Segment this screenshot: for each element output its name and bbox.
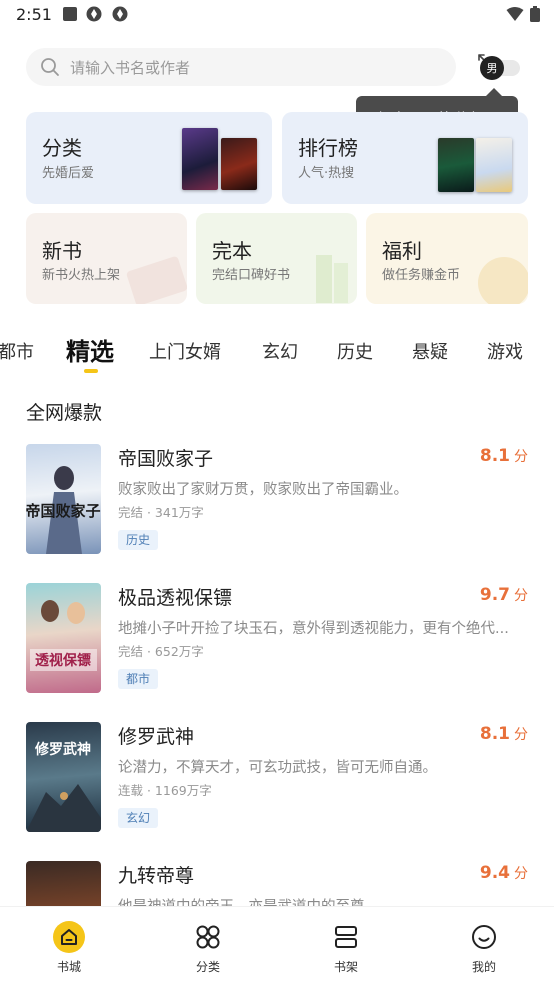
section-title: 全网爆款 xyxy=(26,402,103,424)
nav-bookshelf[interactable]: 书架 xyxy=(306,921,386,975)
book-cover-thumb xyxy=(221,138,257,190)
book-title: 极品透视保镖 xyxy=(118,587,233,609)
card-subtitle: 完结口碑好书 xyxy=(212,268,291,283)
nav-profile[interactable]: 我的 xyxy=(444,921,524,975)
profile-icon xyxy=(472,925,496,949)
nav-label: 书架 xyxy=(333,960,358,974)
book-title: 九转帝尊 xyxy=(118,865,195,887)
book-description: 败家败出了家财万贯，败家败出了帝国霸业。 xyxy=(118,482,408,498)
search-icon xyxy=(41,58,59,76)
book-score: 9.4 分 xyxy=(479,863,528,883)
card-subtitle: 做任务赚金币 xyxy=(382,268,461,283)
cover-art: 帝国败家子 xyxy=(26,466,101,554)
book-score: 9.7 分 xyxy=(479,585,528,605)
book-cover: 透视保镖 xyxy=(26,583,101,693)
book-tag[interactable]: 玄幻 xyxy=(118,808,159,828)
book-meta: 完结 · 652万字 xyxy=(118,644,204,659)
entry-card-completed[interactable]: 完本 完结口碑好书 xyxy=(196,213,357,304)
tab-featured[interactable]: 精选 xyxy=(66,332,114,367)
tab-fantasy[interactable]: 玄幻 xyxy=(262,338,298,364)
app-icon xyxy=(112,6,128,22)
card-subtitle: 新书火热上架 xyxy=(42,268,121,283)
book-cover: 帝国败家子 xyxy=(26,444,101,554)
book-item[interactable]: 透视保镖 极品透视保镖 9.7 分 地摊小子叶开捡了块玉石，意外得到透视能力，更有… xyxy=(26,583,528,693)
card-subtitle: 先婚后爱 xyxy=(42,166,95,181)
app-icon xyxy=(86,6,102,22)
book-item[interactable]: 帝国败家子 帝国败家子 8.1 分 败家败出了家财万贯，败家败出了帝国霸业。 完结… xyxy=(26,444,528,554)
tab-history[interactable]: 历史 xyxy=(337,338,373,364)
nav-label: 书城 xyxy=(56,960,81,974)
tab-urban[interactable]: 都市 xyxy=(0,338,34,364)
book-tag[interactable]: 历史 xyxy=(118,530,159,550)
status-bar: 2:51 xyxy=(0,0,554,30)
book-meta: 完结 · 341万字 xyxy=(118,505,204,520)
status-time: 2:51 xyxy=(16,5,52,24)
card-title: 排行榜 xyxy=(298,136,358,160)
battery-icon xyxy=(530,6,540,22)
entry-card-category[interactable]: 分类 先婚后爱 xyxy=(26,112,272,204)
nav-label: 分类 xyxy=(195,960,220,974)
bookshelf-icon xyxy=(335,926,357,948)
card-title: 新书 xyxy=(42,239,82,263)
gender-preference-toggle[interactable]: 男 xyxy=(474,52,524,82)
cover-title: 透视保镖 xyxy=(35,652,91,669)
card-title: 福利 xyxy=(382,239,422,263)
category-icon xyxy=(196,925,220,949)
book-cover-thumb xyxy=(438,138,474,192)
entry-card-welfare[interactable]: 福利 做任务赚金币 xyxy=(366,213,528,304)
book-meta: 连载 · 1169万字 xyxy=(118,783,212,798)
book-title: 帝国败家子 xyxy=(118,448,214,470)
tab-mystery[interactable]: 悬疑 xyxy=(412,338,448,364)
book-item[interactable]: 修罗武神 修罗武神 8.1 分 论潜力，不算天才，可玄功武技，皆可无师自通。 连载… xyxy=(26,722,528,832)
entry-card-new-books[interactable]: 新书 新书火热上架 xyxy=(26,213,187,304)
nav-label: 我的 xyxy=(471,960,496,974)
book-cover: 修罗武神 xyxy=(26,722,101,832)
tab-son-in-law[interactable]: 上门女婿 xyxy=(149,338,221,364)
coin-decoration xyxy=(478,257,528,304)
book-decoration xyxy=(125,255,187,304)
book-description: 论潜力，不算天才，可玄功武技，皆可无师自通。 xyxy=(118,760,437,776)
entry-card-ranking[interactable]: 排行榜 人气·热搜 xyxy=(282,112,528,204)
search-bar[interactable]: 请输入书名或作者 xyxy=(26,48,456,86)
wifi-icon xyxy=(506,7,524,21)
book-tag[interactable]: 都市 xyxy=(118,669,159,689)
book-description: 地摊小子叶开捡了块玉石，意外得到透视能力，更有个绝代... xyxy=(118,621,509,637)
book-decoration xyxy=(316,255,332,303)
cover-art: 透视保镖 xyxy=(30,600,97,671)
card-title: 完本 xyxy=(212,239,252,263)
card-subtitle: 人气·热搜 xyxy=(298,166,355,181)
tab-game[interactable]: 游戏 xyxy=(487,338,523,364)
active-tab-indicator xyxy=(84,369,98,373)
square-icon xyxy=(63,7,77,21)
book-score: 8.1 分 xyxy=(479,724,528,744)
nav-bookstore[interactable]: 书城 xyxy=(29,921,109,975)
home-icon xyxy=(53,921,85,953)
bottom-nav: 书城 分类 书架 我的 xyxy=(0,906,554,986)
cover-title: 帝国败家子 xyxy=(26,502,101,520)
book-decoration xyxy=(334,263,348,303)
card-title: 分类 xyxy=(42,136,82,160)
book-title: 修罗武神 xyxy=(118,726,195,748)
search-placeholder: 请输入书名或作者 xyxy=(70,58,191,77)
cover-art: 修罗武神 xyxy=(26,741,101,832)
book-cover-thumb xyxy=(182,128,218,190)
nav-category[interactable]: 分类 xyxy=(168,921,248,975)
cover-title: 修罗武神 xyxy=(34,741,91,758)
book-score: 8.1 分 xyxy=(479,446,528,466)
book-cover-thumb xyxy=(476,138,512,192)
category-tabs: 都市 精选 上门女婿 玄幻 历史 悬疑 游戏 xyxy=(0,330,554,374)
toggle-knob: 男 xyxy=(480,56,504,80)
